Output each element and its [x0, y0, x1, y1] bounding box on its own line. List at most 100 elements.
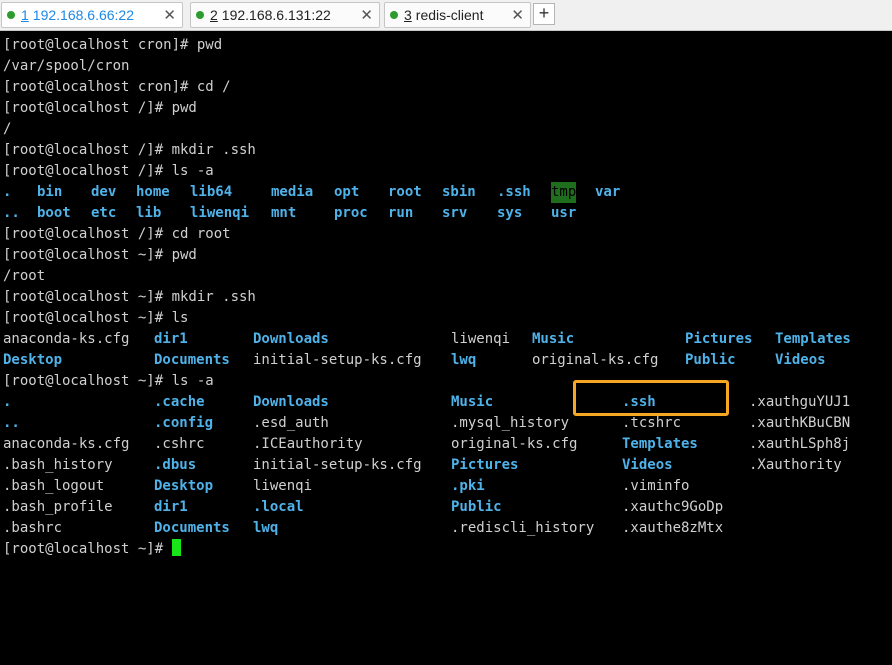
- listing-entry: boot: [37, 203, 71, 224]
- listing-entry: .viminfo: [622, 476, 689, 497]
- shell-prompt: [root@localhost ~]#: [3, 541, 172, 557]
- listing-entry: .esd_auth: [253, 413, 329, 434]
- listing-entry: lwq: [253, 518, 278, 539]
- listing-entry: Desktop: [154, 476, 213, 497]
- listing-entry: .xauthKBuCBN: [749, 413, 850, 434]
- listing-entry: initial-setup-ks.cfg: [253, 455, 422, 476]
- listing-entry: lib64: [190, 182, 232, 203]
- listing-entry: liwenqi: [190, 203, 249, 224]
- terminal-line: [root@localhost ~]# ls: [3, 308, 892, 329]
- listing-entry: .pki: [451, 476, 485, 497]
- tab-number: 1: [21, 7, 29, 23]
- listing-entry: .cache: [154, 392, 205, 413]
- listing-entry: Music: [532, 329, 574, 350]
- add-tab-button[interactable]: +: [533, 3, 555, 25]
- terminal-line: [root@localhost /]# pwd: [3, 98, 892, 119]
- listing-entry: .bashrc: [3, 518, 62, 539]
- terminal-line: /root: [3, 266, 892, 287]
- listing-entry: .: [3, 392, 11, 413]
- listing-entry: .bash_logout: [3, 476, 104, 497]
- listing-entry: Downloads: [253, 392, 329, 413]
- listing-entry: .ICEauthority: [253, 434, 363, 455]
- tab-session-3[interactable]: 3 redis-client ✕: [384, 2, 531, 28]
- tab-number: 2: [210, 7, 218, 23]
- close-tab-icon[interactable]: ✕: [511, 6, 524, 24]
- listing-entry: proc: [334, 203, 368, 224]
- listing-entry: etc: [91, 203, 116, 224]
- ls-output-row: .. .config .esd_auth .mysql_history .tcs…: [3, 413, 892, 434]
- listing-entry: sys: [497, 203, 522, 224]
- listing-entry: Desktop: [3, 350, 62, 371]
- terminal-line: [root@localhost cron]# cd /: [3, 77, 892, 98]
- tab-number: 3: [404, 7, 412, 23]
- listing-entry: Templates: [622, 434, 698, 455]
- listing-entry: root: [388, 182, 422, 203]
- listing-entry: dev: [91, 182, 116, 203]
- listing-entry: .mysql_history: [451, 413, 569, 434]
- listing-entry: Public: [451, 497, 502, 518]
- tab-session-1[interactable]: 1 192.168.6.66:22 ✕: [1, 2, 183, 28]
- listing-entry-sticky: tmp: [551, 182, 576, 203]
- listing-entry: Documents: [154, 350, 230, 371]
- listing-entry: .rediscli_history: [451, 518, 594, 539]
- ls-output-row: .. boot etc lib liwenqi mnt proc run srv…: [3, 203, 892, 224]
- listing-entry: Music: [451, 392, 493, 413]
- listing-entry: .ssh: [497, 182, 531, 203]
- listing-entry: .dbus: [154, 455, 196, 476]
- listing-entry: .bash_history: [3, 455, 113, 476]
- connected-dot-icon: [390, 11, 398, 19]
- listing-entry: .xauthguYUJ1: [749, 392, 850, 413]
- terminal-line: [root@localhost ~]# mkdir .ssh: [3, 287, 892, 308]
- listing-entry: Videos: [775, 350, 826, 371]
- listing-entry: original-ks.cfg: [451, 434, 577, 455]
- listing-entry: .xauthc9GoDp: [622, 497, 723, 518]
- terminal-line: /var/spool/cron: [3, 56, 892, 77]
- ls-output-row: anaconda-ks.cfg dir1 Downloads liwenqi M…: [3, 329, 892, 350]
- listing-entry: anaconda-ks.cfg: [3, 329, 129, 350]
- listing-entry: ..: [3, 413, 20, 434]
- ls-output-row: . bin dev home lib64 media opt root sbin…: [3, 182, 892, 203]
- terminal-line: [root@localhost ~]# pwd: [3, 245, 892, 266]
- listing-entry: .Xauthority: [749, 455, 842, 476]
- ls-output-row: .bash_logout Desktop liwenqi .pki .vimin…: [3, 476, 892, 497]
- terminal-line: [root@localhost /]# cd root: [3, 224, 892, 245]
- listing-entry: initial-setup-ks.cfg: [253, 350, 422, 371]
- listing-entry: mnt: [271, 203, 296, 224]
- listing-entry: media: [271, 182, 313, 203]
- listing-entry: Public: [685, 350, 736, 371]
- listing-entry: Videos: [622, 455, 673, 476]
- listing-entry: Pictures: [451, 455, 518, 476]
- terminal-prompt-line[interactable]: [root@localhost ~]#: [3, 539, 892, 560]
- listing-entry: sbin: [442, 182, 476, 203]
- listing-entry: lwq: [451, 350, 476, 371]
- close-tab-icon[interactable]: ✕: [163, 6, 176, 24]
- listing-entry: Templates: [775, 329, 851, 350]
- listing-entry: Downloads: [253, 329, 329, 350]
- listing-entry: var: [595, 182, 620, 203]
- listing-entry: .bash_profile: [3, 497, 113, 518]
- listing-entry: run: [388, 203, 413, 224]
- terminal-output[interactable]: [root@localhost cron]# pwd /var/spool/cr…: [3, 35, 892, 582]
- close-tab-icon[interactable]: ✕: [360, 6, 373, 24]
- connected-dot-icon: [7, 11, 15, 19]
- connected-dot-icon: [196, 11, 204, 19]
- terminal-line: [root@localhost /]# mkdir .ssh: [3, 140, 892, 161]
- tab-title: 192.168.6.131:22: [222, 7, 331, 23]
- ls-output-row: .bash_history .dbus initial-setup-ks.cfg…: [3, 455, 892, 476]
- listing-entry: home: [136, 182, 170, 203]
- listing-entry: dir1: [154, 497, 188, 518]
- ls-output-row: .bashrc Documents lwq .rediscli_history …: [3, 518, 892, 539]
- listing-entry: dir1: [154, 329, 188, 350]
- listing-entry: .config: [154, 413, 213, 434]
- listing-entry: liwenqi: [451, 329, 510, 350]
- terminal-line: /: [3, 119, 892, 140]
- ls-output-row: .bash_profile dir1 .local Public .xauthc…: [3, 497, 892, 518]
- listing-entry: Documents: [154, 518, 230, 539]
- listing-entry: usr: [551, 203, 576, 224]
- tab-session-2[interactable]: 2 192.168.6.131:22 ✕: [190, 2, 380, 28]
- listing-entry: .local: [253, 497, 304, 518]
- ls-output-row: Desktop Documents initial-setup-ks.cfg l…: [3, 350, 892, 371]
- tab-bar: 1 192.168.6.66:22 ✕ 2 192.168.6.131:22 ✕…: [0, 0, 892, 31]
- listing-entry: original-ks.cfg: [532, 350, 658, 371]
- terminal-line: [root@localhost /]# ls -a: [3, 161, 892, 182]
